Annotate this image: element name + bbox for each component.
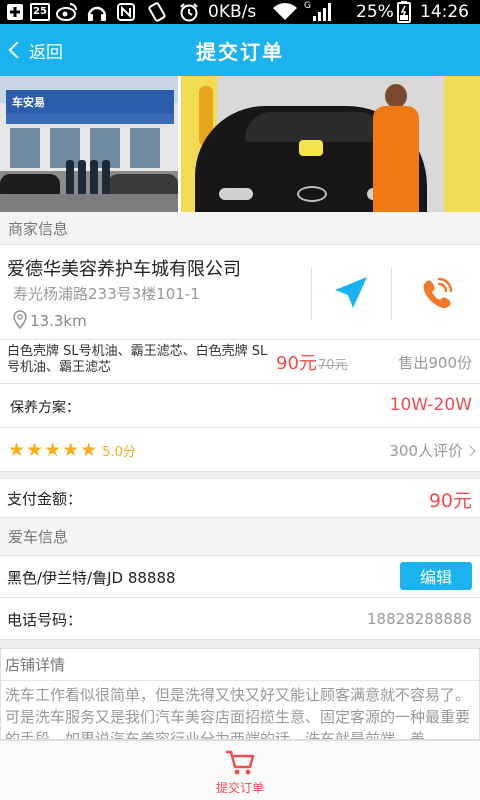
plan-label: 保养方案： <box>10 400 80 416</box>
call-button[interactable] <box>412 271 462 315</box>
battery-icon <box>397 1 411 23</box>
submit-order-button[interactable]: 提交订单 <box>200 749 280 799</box>
rating-stars: ★ ★ ★ ★ ★ 5.0分 <box>8 439 136 461</box>
network-speed: 0KB/s <box>208 2 257 22</box>
sold-count: 售出900份 <box>398 354 472 372</box>
phone-row[interactable]: 电话号码： 18828288888 <box>0 598 480 640</box>
star-icon: ★ <box>26 439 44 461</box>
payment-label: 支付金额： <box>7 490 83 508</box>
rating-score: 5.0分 <box>102 445 136 460</box>
shop-detail-header: 店铺详情 <box>1 649 479 681</box>
nfc-icon <box>116 1 136 23</box>
phone-icon <box>423 277 453 309</box>
car-wash-photo <box>181 76 480 212</box>
rating-row[interactable]: ★ ★ ★ ★ ★ 5.0分 300人评价 <box>0 428 480 472</box>
shop-name: 爱德华美容养护车城有限公司 <box>7 259 241 280</box>
title-bar: 返回 提交订单 <box>0 24 480 76</box>
service-original-price: 70元 <box>318 358 348 373</box>
alarm-icon <box>178 1 200 23</box>
chevron-right-icon <box>464 444 476 457</box>
car-info: 黑色/伊兰特/鲁JD 88888 <box>7 569 176 587</box>
maintenance-plan-row[interactable]: 保养方案： 10W-20W <box>0 384 480 428</box>
page-title: 提交订单 <box>196 40 284 64</box>
car-section-header: 爱车信息 <box>0 518 480 556</box>
vibrate-icon <box>146 1 168 23</box>
shop-sign-logo: 车安易 <box>6 90 174 114</box>
shop-detail-text: 洗车工作看似很简单，但是洗得又快又好又能让顾客满意就不容易了。可是洗车服务又是我… <box>5 686 471 740</box>
shop-detail-card: 店铺详情 洗车工作看似很简单，但是洗得又快又好又能让顾客满意就不容易了。可是洗车… <box>0 648 480 740</box>
phone-value: 18828288888 <box>367 610 472 628</box>
service-row[interactable]: 白色壳牌 SL号机油、霸王滤芯、白色壳牌 SL号机油、霸王滤芯 90元 70元 … <box>0 340 480 384</box>
wifi-icon <box>272 1 298 23</box>
edit-car-button[interactable]: 编辑 <box>400 562 472 590</box>
payment-amount: 90元 <box>428 490 472 512</box>
service-price: 90元 <box>276 353 317 374</box>
merchant-section-header: 商家信息 <box>0 212 480 245</box>
shopping-cart-icon <box>226 750 255 775</box>
location-pin-icon <box>12 309 28 333</box>
payment-row: 支付金额： 90元 <box>0 478 480 518</box>
notification-count-badge: 25 <box>30 1 50 23</box>
plan-value: 10W-20W <box>389 395 472 415</box>
plus-notification-icon <box>6 1 24 23</box>
submit-order-label: 提交订单 <box>215 781 264 795</box>
battery-percent: 25% <box>356 2 394 22</box>
headphones-icon <box>86 1 108 23</box>
shop-distance: 13.3km <box>12 309 87 333</box>
merchant-card: 爱德华美容养护车城有限公司 寿光杨浦路233号3楼101-1 13.3km <box>0 245 480 340</box>
status-bar: 25 0KB/s G 25% 14:26 <box>0 0 480 24</box>
star-icon: ★ <box>44 439 62 461</box>
star-icon: ★ <box>80 439 98 461</box>
clock: 14:26 <box>420 2 469 22</box>
car-info-row: 黑色/伊兰特/鲁JD 88888 编辑 <box>0 556 480 598</box>
signal-icon <box>312 1 332 23</box>
star-icon: ★ <box>62 439 80 461</box>
weibo-icon <box>56 1 78 23</box>
bottom-bar: 提交订单 <box>0 740 480 800</box>
navigate-button[interactable] <box>326 271 376 315</box>
phone-label: 电话号码： <box>7 611 83 629</box>
signal-type: G <box>304 1 311 11</box>
reviews-link[interactable]: 300人评价 <box>389 440 476 461</box>
shop-address: 寿光杨浦路233号3楼101-1 <box>13 285 200 303</box>
storefront-photo: 车安易 <box>0 76 178 212</box>
star-icon: ★ <box>8 439 26 461</box>
service-description: 白色壳牌 SL号机油、霸王滤芯、白色壳牌 SL号机油、霸王滤芯 <box>7 344 268 375</box>
navigation-arrow-icon <box>335 277 367 308</box>
shop-banner[interactable]: 车安易 <box>0 76 480 212</box>
